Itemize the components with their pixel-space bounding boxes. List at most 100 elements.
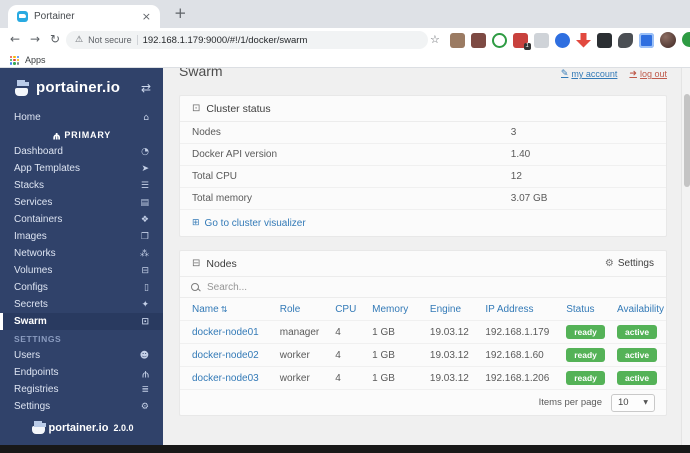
extension-icon[interactable] [618, 32, 633, 48]
sidebar-item-services[interactable]: Services ▤ [0, 194, 163, 211]
tab-strip: Portainer × + [0, 0, 690, 28]
gear-icon: ⚙ [604, 258, 614, 269]
sidebar-item-label: Secrets [14, 299, 48, 310]
page-size-value: 10 [618, 397, 629, 408]
sidebar-collapse-icon[interactable]: ⇄ [141, 81, 151, 95]
edge-extension-icon[interactable] [682, 32, 690, 47]
extension-icon[interactable] [555, 32, 570, 48]
column-availability[interactable]: Availability [617, 304, 664, 315]
cluster-visualizer-link[interactable]: ⊞ Go to cluster visualizer [180, 210, 666, 236]
address-bar[interactable]: ⚠ Not secure 192.168.1.179:9000/#!/1/doc… [66, 31, 428, 49]
node-name-link[interactable]: docker-node02 [192, 350, 280, 361]
availability-badge: active [617, 348, 658, 362]
networks-icon: ⁂ [140, 248, 149, 259]
search-input[interactable] [207, 281, 427, 293]
containers-icon: ❖ [140, 214, 149, 225]
page-size-select[interactable]: 10 ▼ [611, 393, 655, 412]
cluster-status-header: ⊡ Cluster status [180, 96, 666, 122]
bookmark-star-icon[interactable]: ☆ [430, 33, 440, 46]
endpoint-name-row[interactable]: Ψ PRIMARY [0, 126, 163, 143]
configs-icon: ▯ [144, 282, 149, 293]
sidebar-item-volumes[interactable]: Volumes ⊟ [0, 262, 163, 279]
profile-avatar[interactable] [660, 32, 676, 48]
tab-close-icon[interactable]: × [142, 10, 151, 23]
security-label[interactable]: Not secure [88, 35, 132, 45]
portainer-whale-logo-icon [13, 79, 31, 96]
url-text[interactable]: 192.168.1.179:9000/#!/1/docker/swarm [143, 35, 308, 46]
status-badge: ready [566, 348, 605, 362]
sidebar-item-users[interactable]: Users ☻ [0, 347, 163, 364]
extension-icon[interactable] [492, 32, 507, 48]
sidebar-item-home[interactable]: Home ⌂ [0, 109, 163, 126]
back-icon[interactable]: ← [10, 32, 20, 46]
table-settings-button[interactable]: ⚙ Settings [605, 258, 654, 269]
forward-icon[interactable]: → [30, 32, 40, 46]
sidebar-item-secrets[interactable]: Secrets ✦ [0, 296, 163, 313]
extension-icon[interactable] [597, 32, 612, 48]
sidebar-item-registries[interactable]: Registries ≣ [0, 381, 163, 398]
nodes-header: ⊟ Nodes ⚙ Settings [180, 251, 666, 277]
sidebar-item-configs[interactable]: Configs ▯ [0, 279, 163, 296]
node-memory: 1 GB [372, 372, 395, 384]
dashboard-icon: ◔ [141, 146, 149, 157]
apps-grid-icon [10, 55, 19, 65]
table-footer: Items per page 10 ▼ [180, 389, 666, 415]
volumes-icon: ⊟ [141, 265, 149, 276]
sidebar-item-label: Home [14, 112, 41, 123]
remote-desktop-extension-icon[interactable] [639, 32, 654, 48]
sidebar-item-app-templates[interactable]: App Templates ➤ [0, 160, 163, 177]
status-badge: ready [566, 371, 605, 385]
table-row: docker-node02 worker 4 1 GB 19.03.12 192… [180, 343, 666, 366]
sidebar-item-stacks[interactable]: Stacks ☰ [0, 177, 163, 194]
not-secure-warning-icon: ⚠ [75, 35, 84, 45]
my-account-link[interactable]: ✎ my account [561, 68, 618, 79]
log-out-link[interactable]: ➜ log out [629, 68, 667, 79]
reload-icon[interactable]: ↻ [50, 32, 60, 46]
column-status[interactable]: Status [566, 304, 617, 315]
row-value: 3.07 GB [510, 193, 548, 204]
column-engine[interactable]: Engine [430, 304, 485, 315]
column-cpu[interactable]: CPU [335, 304, 372, 315]
secrets-icon: ✦ [141, 299, 149, 310]
node-memory: 1 GB [372, 326, 395, 338]
sidebar-item-label: Images [14, 231, 47, 242]
sidebar-item-settings[interactable]: Settings ⚙ [0, 398, 163, 415]
home-icon: ⌂ [143, 112, 149, 123]
endpoint-name: PRIMARY [64, 129, 112, 140]
sidebar-item-label: Swarm [14, 316, 47, 327]
node-engine: 19.03.12 [429, 372, 469, 384]
swarm-icon: ⊡ [141, 316, 149, 327]
sidebar-item-label: Services [14, 197, 53, 208]
node-role: worker [279, 372, 310, 384]
extension-icon[interactable] [450, 32, 465, 48]
sidebar-item-label: Networks [14, 248, 56, 259]
column-name[interactable]: Name ⇅ [192, 304, 280, 315]
node-memory: 1 GB [372, 349, 395, 361]
extension-icon[interactable] [471, 32, 486, 48]
cluster-row-nodes: Nodes 3 [180, 122, 666, 144]
account-icon: ✎ [560, 69, 569, 79]
sidebar-item-images[interactable]: Images ❐ [0, 228, 163, 245]
scrollbar[interactable] [681, 68, 690, 445]
sidebar-item-containers[interactable]: Containers ❖ [0, 211, 163, 228]
column-ip[interactable]: IP Address [485, 304, 566, 315]
sidebar-item-dashboard[interactable]: Dashboard ◔ [0, 143, 163, 160]
sidebar-item-endpoints[interactable]: Endpoints Ψ [0, 364, 163, 381]
portainer-app: portainer.io ⇄ Home ⌂ Ψ PRIMARY Dashboar… [0, 68, 690, 445]
node-name-link[interactable]: docker-node01 [192, 327, 280, 338]
node-name-link[interactable]: docker-node03 [192, 373, 280, 384]
browser-tab[interactable]: Portainer × [8, 5, 160, 28]
scrollbar-thumb[interactable] [683, 94, 690, 187]
new-tab-button[interactable]: + [174, 4, 187, 22]
sidebar-item-label: App Templates [14, 163, 80, 174]
sidebar-item-swarm[interactable]: Swarm ⊡ [0, 313, 163, 330]
sidebar-item-label: Endpoints [14, 367, 59, 378]
extension-icon[interactable]: 1 [513, 32, 531, 50]
extension-icon[interactable] [534, 32, 549, 48]
table-row: docker-node03 worker 4 1 GB 19.03.12 192… [180, 366, 666, 389]
column-role[interactable]: Role [280, 304, 335, 315]
sidebar-item-networks[interactable]: Networks ⁂ [0, 245, 163, 262]
column-memory[interactable]: Memory [372, 304, 430, 315]
download-extension-icon[interactable] [576, 32, 591, 48]
apps-bookmark[interactable]: Apps [25, 55, 46, 65]
